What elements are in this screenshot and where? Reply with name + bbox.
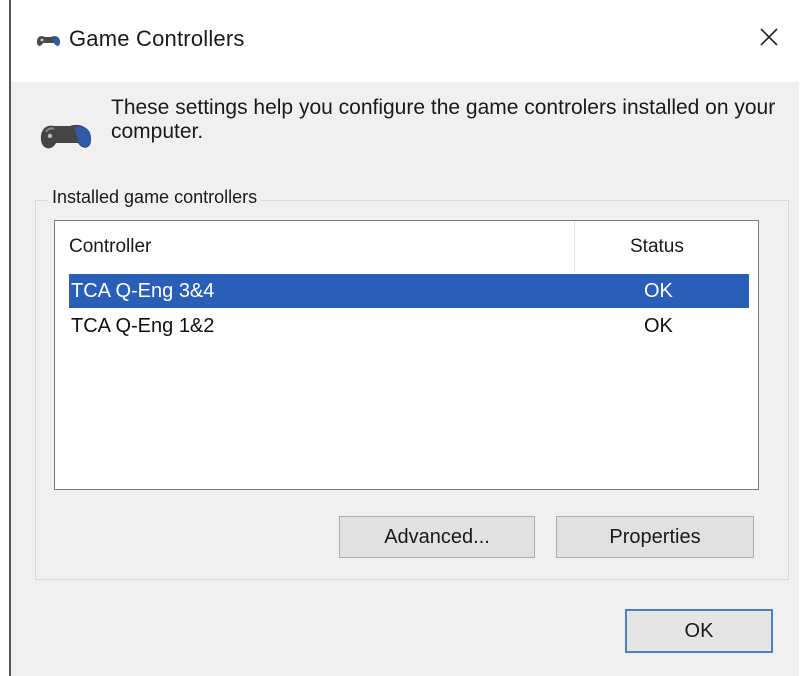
controllers-list[interactable]: Controller Status TCA Q-Eng 3&4 OK TCA Q…: [54, 220, 759, 490]
title-bar: Game Controllers: [11, 0, 799, 82]
game-controllers-dialog: Game Controllers These settings help you…: [9, 0, 799, 676]
close-button[interactable]: [749, 18, 789, 56]
advanced-button[interactable]: Advanced...: [339, 516, 535, 558]
column-header-controller[interactable]: Controller: [69, 236, 151, 258]
close-icon: [760, 28, 778, 46]
dialog-content: These settings help you configure the ga…: [11, 82, 799, 676]
column-divider[interactable]: [574, 221, 575, 272]
list-header: Controller Status: [55, 221, 758, 272]
properties-button[interactable]: Properties: [556, 516, 754, 558]
list-item[interactable]: TCA Q-Eng 3&4 OK: [69, 274, 749, 308]
controller-name: TCA Q-Eng 3&4: [71, 280, 215, 302]
intro-description: These settings help you configure the ga…: [111, 96, 776, 143]
column-header-status[interactable]: Status: [630, 236, 684, 258]
gamepad-icon: [40, 124, 92, 149]
group-label: Installed game controllers: [48, 187, 262, 208]
gamepad-icon: [37, 36, 60, 46]
window-title: Game Controllers: [69, 26, 245, 51]
controller-status: OK: [644, 315, 673, 337]
controller-status: OK: [644, 280, 673, 302]
list-item[interactable]: TCA Q-Eng 1&2 OK: [69, 309, 749, 343]
ok-button[interactable]: OK: [625, 609, 773, 653]
controller-name: TCA Q-Eng 1&2: [71, 315, 215, 337]
